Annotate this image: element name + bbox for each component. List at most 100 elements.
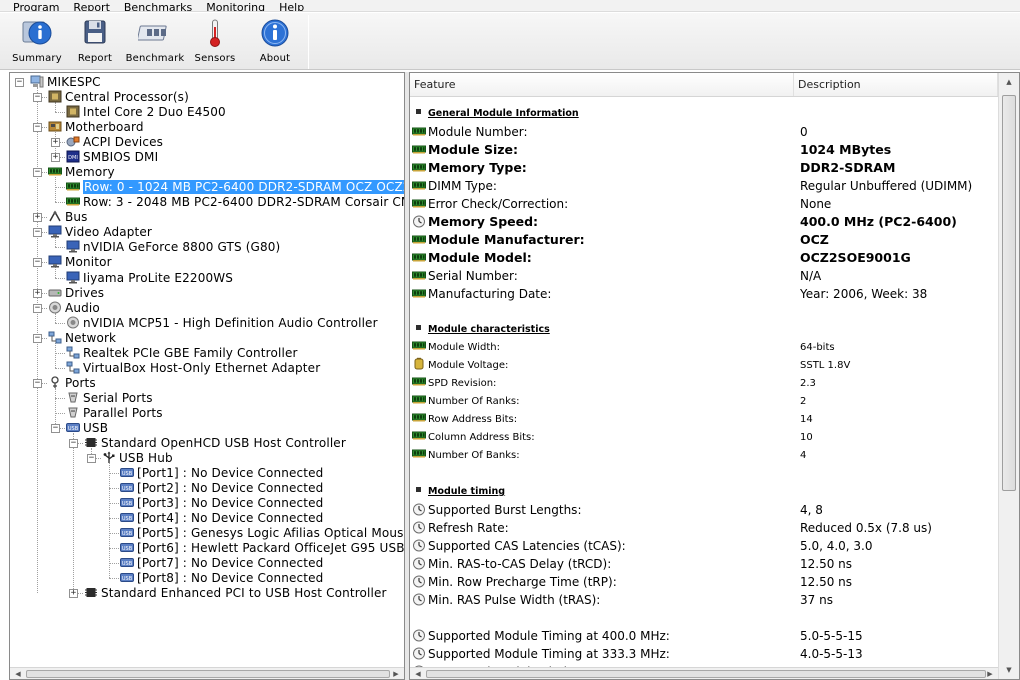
menu-program[interactable]: Program [0, 2, 65, 11]
list-row[interactable]: Refresh Rate: Reduced 0.5x (7.8 us) [410, 519, 996, 537]
menu-benchmarks[interactable]: Benchmarks [116, 2, 198, 11]
about-button[interactable]: About [246, 15, 304, 67]
tree-item[interactable]: USB [Port7] : No Device Connected [120, 556, 323, 571]
tree-item[interactable]: Realtek PCIe GBE Family Controller [66, 346, 298, 361]
collapse-icon[interactable]: − [33, 228, 42, 238]
tree-item[interactable]: USB [Port8] : No Device Connected [120, 571, 323, 586]
tree-item[interactable]: USB [Port4] : No Device Connected [120, 511, 323, 526]
tree-item[interactable]: USB USB [66, 421, 108, 436]
tree-item[interactable]: nVIDIA MCP51 - High Definition Audio Con… [66, 316, 378, 331]
list-row[interactable]: Supported Module Timing at 333.3 MHz: 4.0… [410, 645, 996, 663]
list-row[interactable]: Supported CAS Latencies (tCAS): 5.0, 4.0,… [410, 537, 996, 555]
list-horizontal-scrollbar[interactable]: ◀ ▶ [410, 667, 998, 679]
list-row[interactable]: Supported Burst Lengths: 4, 8 [410, 501, 996, 519]
tree-item[interactable]: USB [Port3] : No Device Connected [120, 496, 323, 511]
list-row[interactable]: Manufacturing Date: Year: 2006, Week: 38 [410, 285, 996, 303]
tree-item[interactable]: Drives [48, 286, 104, 301]
tree-item[interactable]: Row: 3 - 2048 MB PC2-6400 DDR2-SDRAM Cor… [66, 195, 404, 210]
collapse-icon[interactable]: − [69, 438, 78, 448]
device-tree[interactable]: MIKESPC − Central Processor(s) − Intel Core … [9, 72, 405, 680]
report-button[interactable]: Report [66, 15, 124, 67]
tree-item[interactable]: Audio [48, 301, 100, 316]
collapse-icon[interactable]: − [33, 333, 42, 343]
list-row[interactable]: Error Check/Correction: None [410, 195, 996, 213]
list-row[interactable]: Module Manufacturer: OCZ [410, 231, 996, 249]
list-row[interactable]: Module Size: 1024 MBytes [410, 141, 996, 159]
list-row[interactable]: Module Model: OCZ2SOE9001G [410, 249, 996, 267]
tree-item[interactable]: Central Processor(s) [48, 90, 189, 105]
list-horizontal-scroll-thumb[interactable] [426, 670, 986, 678]
tree-item[interactable]: Parallel Ports [66, 406, 163, 421]
tree-item[interactable]: USB [Port5] : Genesys Logic Afilias Optic… [120, 526, 404, 541]
tree-item[interactable]: USB [Port6] : Hewlett Packard OfficeJet G… [120, 541, 404, 556]
menu-monitoring[interactable]: Monitoring [198, 2, 271, 11]
tree-item[interactable]: Ports [48, 376, 96, 391]
tree-item[interactable]: Intel Core 2 Duo E4500 [66, 105, 226, 120]
tree-item[interactable]: USB [Port2] : No Device Connected [120, 481, 323, 496]
collapse-icon[interactable]: − [33, 303, 42, 313]
collapse-icon[interactable]: − [33, 93, 42, 103]
scroll-up-arrow-icon[interactable]: ▲ [1003, 77, 1015, 87]
tree-item[interactable]: Memory [48, 165, 115, 180]
list-row[interactable]: Number Of Banks: 4 [410, 447, 996, 465]
list-row[interactable]: Serial Number: N/A [410, 267, 996, 285]
tree-item[interactable]: Monitor [48, 255, 112, 270]
menu-report[interactable]: Report [65, 2, 115, 11]
list-row[interactable]: DIMM Type: Regular Unbuffered (UDIMM) [410, 177, 996, 195]
tree-item[interactable]: Iiyama ProLite E2200WS [66, 271, 233, 286]
tree-item[interactable]: Serial Ports [66, 391, 153, 406]
list-row[interactable]: Supported Module Timing at 400.0 MHz: 5.0… [410, 627, 996, 645]
list-row[interactable]: Module Voltage: SSTL 1.8V [410, 357, 996, 375]
list-scroll-thumb[interactable] [1002, 95, 1016, 491]
collapse-icon[interactable]: − [33, 378, 42, 388]
list-vertical-scrollbar[interactable]: ▲ ▼ [998, 73, 1019, 679]
tree-horizontal-scrollbar[interactable]: ◀ ▶ [10, 667, 404, 679]
benchmark-button[interactable]: Benchmark [124, 15, 186, 67]
sensors-button[interactable]: Sensors [186, 15, 244, 67]
tree-item[interactable]: VirtualBox Host-Only Ethernet Adapter [66, 361, 320, 376]
section-header[interactable]: Module timing [410, 483, 996, 501]
section-header[interactable]: Module characteristics [410, 321, 996, 339]
expand-icon[interactable]: + [51, 138, 60, 148]
list-row[interactable]: Min. Row Precharge Time (tRP): 12.50 ns [410, 573, 996, 591]
expand-icon[interactable]: + [33, 288, 42, 298]
section-header[interactable]: General Module Information [410, 105, 996, 123]
list-scroll-left-arrow-icon[interactable]: ◀ [412, 669, 424, 679]
list-row[interactable]: Column Address Bits: 10 [410, 429, 996, 447]
list-row[interactable]: Memory Speed: 400.0 MHz (PC2-6400) [410, 213, 996, 231]
list-scroll-right-arrow-icon[interactable]: ▶ [984, 669, 996, 679]
expand-icon[interactable]: + [33, 213, 42, 223]
list-row[interactable]: Min. RAS-to-CAS Delay (tRCD): 12.50 ns [410, 555, 996, 573]
tree-item[interactable]: ACPI Devices [66, 135, 163, 150]
tree-item[interactable]: USB Hub [102, 451, 173, 466]
tree-item[interactable]: Standard Enhanced PCI to USB Host Contro… [84, 586, 387, 601]
tree-item[interactable]: nVIDIA GeForce 8800 GTS (G80) [66, 240, 280, 255]
tree-item[interactable]: MIKESPC [30, 75, 101, 90]
tree-item[interactable]: Motherboard [48, 120, 144, 135]
scroll-left-arrow-icon[interactable]: ◀ [12, 669, 24, 679]
list-row[interactable]: Module Width: 64-bits [410, 339, 996, 357]
list-row[interactable]: SPD Revision: 2.3 [410, 375, 996, 393]
list-row[interactable]: Module Number: 0 [410, 123, 996, 141]
details-list[interactable]: Feature Description General Module Infor… [409, 72, 1020, 680]
tree-item[interactable]: Row: 0 - 1024 MB PC2-6400 DDR2-SDRAM OCZ… [66, 180, 404, 195]
collapse-icon[interactable]: − [51, 423, 60, 433]
summary-button[interactable]: Summary [8, 15, 66, 67]
tree-item[interactable]: Bus [48, 210, 88, 225]
menu-help[interactable]: Help [271, 2, 310, 11]
collapse-icon[interactable]: − [15, 78, 24, 87]
list-row[interactable]: Row Address Bits: 14 [410, 411, 996, 429]
list-row[interactable]: Memory Type: DDR2-SDRAM [410, 159, 996, 177]
collapse-icon[interactable]: − [87, 454, 96, 463]
list-row[interactable]: Min. RAS Pulse Width (tRAS): 37 ns [410, 591, 996, 609]
collapse-icon[interactable]: − [33, 168, 42, 178]
expand-icon[interactable]: + [69, 589, 78, 599]
collapse-icon[interactable]: − [33, 258, 42, 268]
collapse-icon[interactable]: − [33, 123, 42, 133]
tree-scroll-thumb[interactable] [26, 670, 390, 678]
tree-item[interactable]: DMI SMBIOS DMI [66, 150, 158, 165]
scroll-right-arrow-icon[interactable]: ▶ [390, 669, 402, 679]
tree-item[interactable]: Video Adapter [48, 225, 152, 240]
column-header-feature[interactable]: Feature [410, 73, 794, 96]
tree-item[interactable]: Network [48, 331, 116, 346]
